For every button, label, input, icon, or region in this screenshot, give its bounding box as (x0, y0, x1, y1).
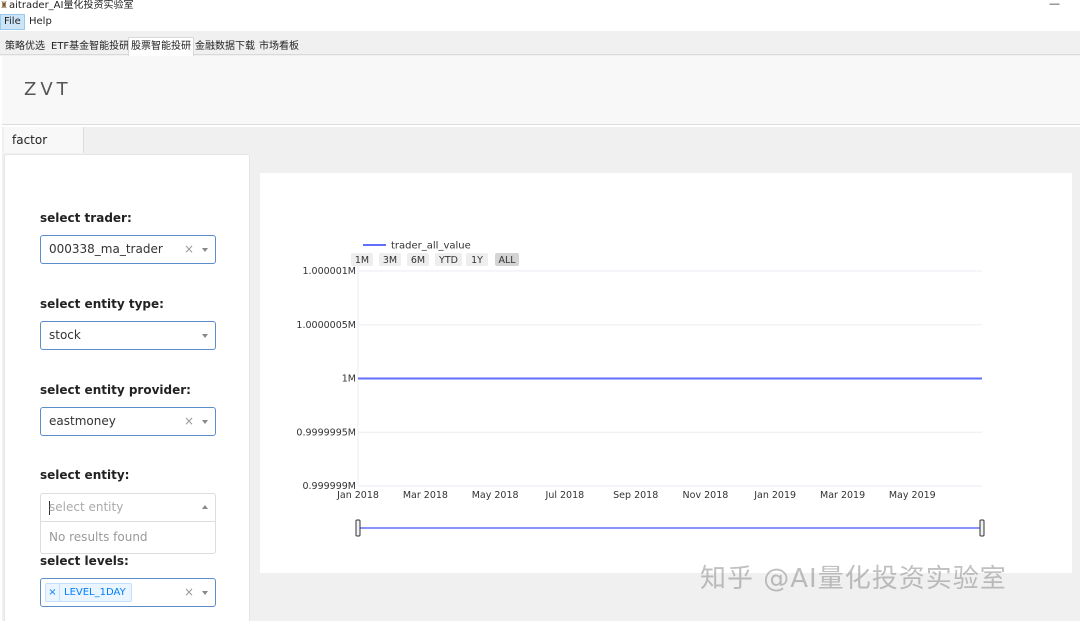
entity-provider-dropdown[interactable]: eastmoney × (40, 407, 216, 436)
range-slider-handle-left[interactable] (355, 519, 361, 537)
x-tick-label: Jul 2018 (545, 490, 585, 501)
watermark: 知乎 @AI量化投资实验室 (700, 564, 1007, 594)
tab-bar: 策略优选 ETF基金智能投研 股票智能投研 金融数据下载 市场看板 (0, 37, 1080, 56)
x-tick-label: Mar 2018 (403, 490, 448, 501)
x-tick-label: Nov 2018 (683, 490, 729, 501)
trader-value: 000338_ma_trader (49, 242, 163, 256)
x-tick-label: Jan 2019 (753, 490, 796, 501)
remove-tag-icon[interactable]: × (46, 584, 60, 601)
x-tick-label: May 2018 (472, 490, 519, 501)
entity-placeholder: select entity (49, 500, 124, 514)
menu-help[interactable]: Help (26, 14, 55, 30)
y-tick-label: 1M (342, 374, 356, 385)
levels-multiselect[interactable]: × LEVEL_1DAY × (40, 578, 216, 607)
entity-search-input[interactable]: select entity (40, 493, 216, 522)
levels-label: select levels: (40, 554, 129, 568)
window-title: aitrader_AI量化投资实验室 (9, 0, 134, 11)
chevron-down-icon[interactable] (202, 420, 208, 424)
app-header: ZVT (2, 56, 1080, 125)
tab-etf-research[interactable]: ETF基金智能投研 (51, 39, 129, 55)
legend-label: trader_all_value (391, 241, 471, 252)
entity-type-label: select entity type: (40, 297, 164, 311)
x-tick-label: May 2019 (889, 490, 936, 501)
entity-provider-value: eastmoney (49, 414, 116, 428)
level-tag: × LEVEL_1DAY (45, 583, 132, 602)
range-button-label[interactable]: 1M (355, 255, 369, 266)
tab-strategy-selection[interactable]: 策略优选 (5, 39, 45, 55)
range-button-label[interactable]: 3M (383, 255, 397, 266)
tab-data-download[interactable]: 金融数据下载 (195, 39, 255, 55)
clear-icon[interactable]: × (184, 236, 194, 263)
entity-label: select entity: (40, 468, 130, 482)
chevron-down-icon[interactable] (202, 334, 208, 338)
range-button-label[interactable]: YTD (438, 255, 458, 266)
menu-file[interactable]: File (0, 14, 25, 30)
clear-icon[interactable]: × (184, 408, 194, 435)
level-tag-label: LEVEL_1DAY (64, 587, 126, 598)
x-tick-label: Sep 2018 (613, 490, 658, 501)
range-button-label[interactable]: 1Y (471, 255, 483, 266)
trader-value-chart[interactable]: 1.000001M1.0000005M1M0.9999995M0.999999M… (260, 173, 1072, 573)
x-tick-label: Mar 2019 (820, 490, 865, 501)
y-tick-label: 0.9999995M (296, 427, 356, 438)
tab-stock-research[interactable]: 股票智能投研 (128, 37, 194, 56)
chevron-up-icon[interactable] (202, 505, 208, 509)
minimize-button[interactable]: — (1049, 0, 1060, 9)
chevron-down-icon[interactable] (202, 248, 208, 252)
subtab-row: factor (2, 127, 1080, 153)
entity-provider-label: select entity provider: (40, 383, 191, 397)
trader-label: select trader: (40, 211, 132, 225)
entity-type-dropdown[interactable]: stock (40, 321, 216, 350)
y-tick-label: 1.000001M (302, 266, 356, 277)
subtab-factor[interactable]: factor (4, 127, 84, 153)
range-button-label[interactable]: ALL (498, 255, 516, 266)
clear-icon[interactable]: × (184, 579, 194, 606)
trader-dropdown[interactable]: 000338_ma_trader × (40, 235, 216, 264)
no-results-text: No results found (49, 530, 148, 544)
chart-card: 1.000001M 1.0000005M 1M 0.9999995M 0.999999M… (260, 173, 1072, 573)
app-content: ZVT factor select trader: 000338_ma_trad… (0, 56, 1080, 621)
app-icon: ♜ (0, 1, 9, 11)
range-slider-handle-right[interactable] (979, 519, 985, 537)
range-slider-bg (358, 522, 982, 532)
x-tick-label: Jan 2018 (336, 490, 379, 501)
brand-logo: ZVT (24, 79, 72, 100)
control-panel: select trader: 000338_ma_trader × select… (4, 154, 250, 621)
window-title-bar: ♜ aitrader_AI量化投资实验室 — (0, 0, 1080, 13)
range-button-label[interactable]: 6M (411, 255, 425, 266)
menu-bar: File Help (0, 13, 1080, 31)
y-tick-label: 1.0000005M (296, 320, 356, 331)
chevron-down-icon[interactable] (202, 591, 208, 595)
entity-type-value: stock (49, 328, 81, 342)
tab-market-board[interactable]: 市场看板 (259, 39, 299, 55)
entity-options-menu: No results found (40, 522, 216, 554)
